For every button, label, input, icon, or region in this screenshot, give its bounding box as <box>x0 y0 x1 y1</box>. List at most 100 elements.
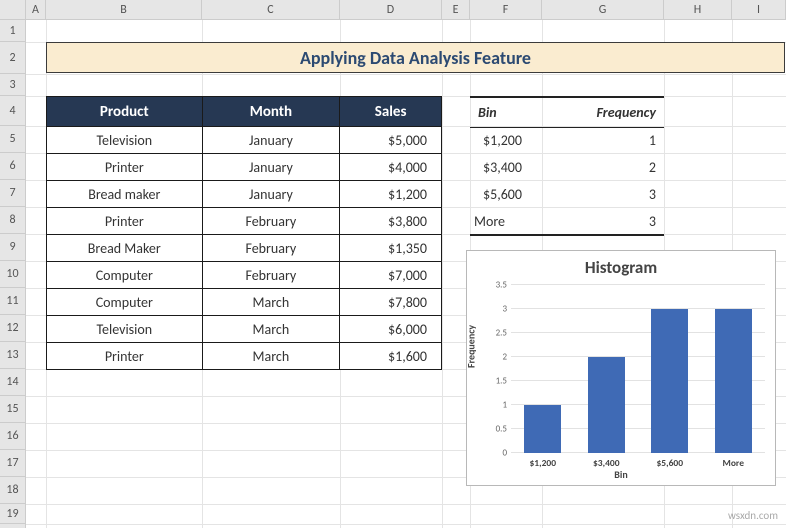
cell-month[interactable]: January <box>202 181 340 208</box>
row-header-13[interactable]: 13 <box>0 342 25 369</box>
table-row[interactable]: TelevisionJanuary$5,000 <box>47 127 442 154</box>
col-header-A[interactable]: A <box>26 0 46 19</box>
cell-bin[interactable]: More <box>470 208 542 235</box>
table-row[interactable]: ComputerFebruary$7,000 <box>47 262 442 289</box>
cell-product[interactable]: Printer <box>47 154 203 181</box>
row-header-3[interactable]: 3 <box>0 74 25 96</box>
row-header-15[interactable]: 15 <box>0 396 25 423</box>
row-header-11[interactable]: 11 <box>0 288 25 315</box>
table-row[interactable]: PrinterMarch$1,600 <box>47 343 442 370</box>
histogram-chart[interactable]: Histogram Frequency 00.511.522.533.5$1,2… <box>466 250 776 486</box>
cell-sales[interactable]: $6,000 <box>340 316 442 343</box>
cell-product[interactable]: Bread maker <box>47 181 203 208</box>
cell-product[interactable]: Computer <box>47 289 203 316</box>
cell-sales[interactable]: $1,600 <box>340 343 442 370</box>
cell-frequency[interactable]: 3 <box>542 208 664 235</box>
select-all-corner[interactable] <box>0 0 26 19</box>
cell-sales[interactable]: $4,000 <box>340 154 442 181</box>
chart-bar[interactable] <box>588 357 625 453</box>
row-header-19[interactable]: 19 <box>0 504 25 524</box>
cell-bin[interactable]: $3,400 <box>470 154 542 181</box>
th-month[interactable]: Month <box>202 97 340 127</box>
cell-month[interactable]: February <box>202 235 340 262</box>
row-header-8[interactable]: 8 <box>0 207 25 234</box>
cell-product[interactable]: Printer <box>47 208 203 235</box>
cell-frequency[interactable]: 3 <box>542 181 664 208</box>
cell-month[interactable]: January <box>202 127 340 154</box>
table-row[interactable]: TelevisionMarch$6,000 <box>47 316 442 343</box>
col-header-B[interactable]: B <box>46 0 202 19</box>
table-row[interactable]: $5,6003 <box>470 181 664 208</box>
row-header-4[interactable]: 4 <box>0 96 25 126</box>
cell-sales[interactable]: $1,200 <box>340 181 442 208</box>
cell-sales[interactable]: $5,000 <box>340 127 442 154</box>
table-row[interactable]: PrinterJanuary$4,000 <box>47 154 442 181</box>
cell-product[interactable]: Television <box>47 316 203 343</box>
row-header-9[interactable]: 9 <box>0 234 25 261</box>
col-header-D[interactable]: D <box>340 0 442 19</box>
cell-month[interactable]: March <box>202 316 340 343</box>
chart-xlabel: Bin <box>467 468 775 481</box>
row-header-6[interactable]: 6 <box>0 153 25 180</box>
table-row[interactable]: PrinterFebruary$3,800 <box>47 208 442 235</box>
row-header-18[interactable]: 18 <box>0 477 25 504</box>
cell-sales[interactable]: $3,800 <box>340 208 442 235</box>
row-header-2[interactable]: 2 <box>0 42 25 74</box>
row-header-17[interactable]: 17 <box>0 450 25 477</box>
cell-month[interactable]: March <box>202 343 340 370</box>
row-header-14[interactable]: 14 <box>0 369 25 396</box>
sales-table-body: TelevisionJanuary$5,000PrinterJanuary$4,… <box>47 127 442 370</box>
cell-month[interactable]: February <box>202 262 340 289</box>
page-title: Applying Data Analysis Feature <box>46 42 785 73</box>
table-row[interactable]: $3,4002 <box>470 154 664 181</box>
cell-sales[interactable]: $7,800 <box>340 289 442 316</box>
sales-table[interactable]: Product Month Sales TelevisionJanuary$5,… <box>46 96 442 370</box>
col-header-G[interactable]: G <box>542 0 664 19</box>
col-header-F[interactable]: F <box>470 0 542 19</box>
chart-ytick: 3.5 <box>496 280 511 291</box>
th-product[interactable]: Product <box>47 97 203 127</box>
watermark: wsxdn.com <box>728 509 778 522</box>
cell-product[interactable]: Bread Maker <box>47 235 203 262</box>
row-headers-bar: 12345678910111213141516171819 <box>0 20 26 528</box>
chart-bar[interactable] <box>715 309 752 453</box>
chart-ytick: 2 <box>502 352 511 363</box>
chart-bar[interactable] <box>524 405 561 453</box>
chart-ytick: 2.5 <box>496 328 511 339</box>
frequency-table[interactable]: Bin Frequency $1,2001$3,4002$5,6003More3 <box>470 96 664 236</box>
chart-ylabel: Frequency <box>465 325 478 368</box>
cell-product[interactable]: Computer <box>47 262 203 289</box>
th-frequency[interactable]: Frequency <box>542 97 664 127</box>
cell-product[interactable]: Printer <box>47 343 203 370</box>
cell-bin[interactable]: $1,200 <box>470 127 542 154</box>
cell-frequency[interactable]: 2 <box>542 154 664 181</box>
row-header-12[interactable]: 12 <box>0 315 25 342</box>
table-row[interactable]: Bread MakerFebruary$1,350 <box>47 235 442 262</box>
row-header-7[interactable]: 7 <box>0 180 25 207</box>
cell-month[interactable]: March <box>202 289 340 316</box>
th-sales[interactable]: Sales <box>340 97 442 127</box>
cell-sales[interactable]: $7,000 <box>340 262 442 289</box>
chart-bar[interactable] <box>651 309 688 453</box>
table-row[interactable]: More3 <box>470 208 664 235</box>
column-headers-bar: ABCDEFGHI <box>0 0 786 20</box>
col-header-H[interactable]: H <box>664 0 732 19</box>
col-header-I[interactable]: I <box>732 0 786 19</box>
row-header-1[interactable]: 1 <box>0 20 25 42</box>
th-bin[interactable]: Bin <box>470 97 542 127</box>
cell-product[interactable]: Television <box>47 127 203 154</box>
row-header-5[interactable]: 5 <box>0 126 25 153</box>
col-header-E[interactable]: E <box>442 0 470 19</box>
cell-month[interactable]: January <box>202 154 340 181</box>
page-title-text: Applying Data Analysis Feature <box>300 47 531 69</box>
table-row[interactable]: ComputerMarch$7,800 <box>47 289 442 316</box>
col-header-C[interactable]: C <box>202 0 340 19</box>
cell-frequency[interactable]: 1 <box>542 127 664 154</box>
cell-bin[interactable]: $5,600 <box>470 181 542 208</box>
row-header-16[interactable]: 16 <box>0 423 25 450</box>
cell-sales[interactable]: $1,350 <box>340 235 442 262</box>
table-row[interactable]: $1,2001 <box>470 127 664 154</box>
cell-month[interactable]: February <box>202 208 340 235</box>
row-header-10[interactable]: 10 <box>0 261 25 288</box>
table-row[interactable]: Bread makerJanuary$1,200 <box>47 181 442 208</box>
